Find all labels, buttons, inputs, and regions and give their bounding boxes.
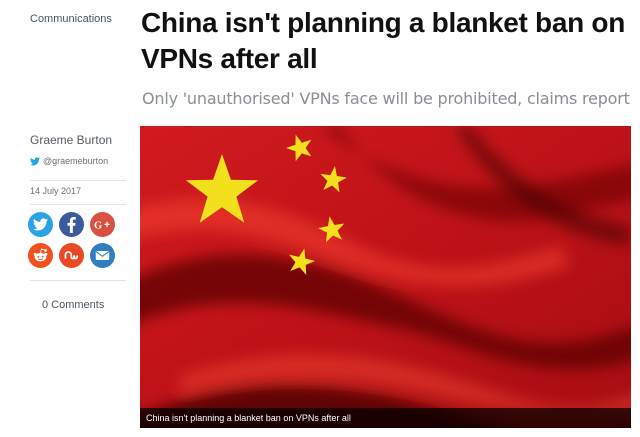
- category-link[interactable]: Communications: [30, 13, 112, 25]
- facebook-icon: [67, 216, 76, 233]
- stumbleupon-share-button[interactable]: [59, 243, 84, 268]
- email-share-button[interactable]: [90, 243, 115, 268]
- reddit-icon: [33, 248, 48, 262]
- twitter-icon: [33, 218, 48, 231]
- reddit-share-button[interactable]: [28, 243, 53, 268]
- email-icon: [95, 251, 110, 260]
- twitter-handle-text: @graemeburton: [43, 156, 109, 166]
- date-divider: [30, 204, 126, 205]
- image-caption: China isn't planning a blanket ban on VP…: [140, 408, 631, 428]
- hero-image: China isn't planning a blanket ban on VP…: [140, 126, 631, 428]
- google-plus-icon: G: [94, 220, 110, 231]
- author-name[interactable]: Graeme Burton: [30, 133, 112, 147]
- twitter-bird-icon: [30, 156, 40, 166]
- twitter-share-button[interactable]: [28, 212, 53, 237]
- top-divider: [30, 180, 126, 181]
- facebook-share-button[interactable]: [59, 212, 84, 237]
- article-headline: China isn't planning a blanket ban on VP…: [141, 7, 626, 74]
- china-flag-image: [140, 126, 631, 428]
- article-subtitle: Only 'unauthorised' VPNs face will be pr…: [142, 89, 630, 108]
- google-plus-share-button[interactable]: G: [90, 212, 115, 237]
- publish-date: 14 July 2017: [30, 186, 82, 196]
- social-divider: [30, 280, 126, 281]
- share-buttons: G: [28, 212, 115, 268]
- svg-text:G: G: [94, 220, 102, 231]
- stumbleupon-icon: [64, 250, 78, 259]
- comments-link[interactable]: 0 Comments: [42, 299, 104, 311]
- twitter-handle-link[interactable]: @graemeburton: [30, 156, 108, 166]
